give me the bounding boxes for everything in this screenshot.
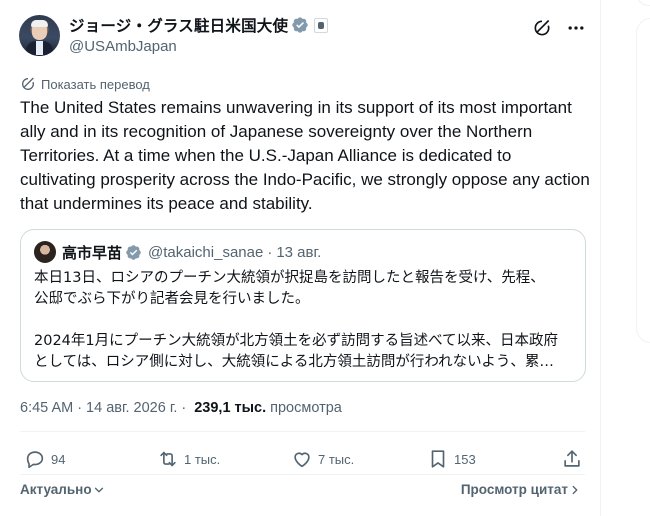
sort-dropdown[interactable]: Актуально xyxy=(20,482,106,497)
views-label: просмотра xyxy=(270,400,342,416)
more-icon[interactable] xyxy=(566,18,586,38)
tweet-header: ジョージ・グラス駐日米国大使 @USAmbJapan xyxy=(19,14,586,58)
repost-count: 1 тыс. xyxy=(184,451,221,467)
quote-date[interactable]: 13 авг. xyxy=(276,244,321,261)
sidebar-card xyxy=(636,0,650,6)
tweet-date[interactable]: 14 авг. 2026 г. xyxy=(86,400,177,416)
quote-line: 2024年1月にプーチン大統領が北方領土を必ず訪問する旨述べて以来、日本政府 xyxy=(34,333,559,349)
quote-line: としては、ロシア側に対し、大統領による北方領土訪問が行われないよう、累… xyxy=(34,354,554,370)
translate-link[interactable]: Показать перевод xyxy=(20,76,150,92)
quote-header: 高市早苗 @takaichi_sanae · 13 авг. xyxy=(34,241,321,263)
bookmark-button[interactable]: 153 xyxy=(427,444,476,474)
reply-button[interactable]: 94 xyxy=(24,444,65,474)
header-actions xyxy=(532,18,586,38)
sidebar-edge xyxy=(636,0,650,516)
quote-handle[interactable]: @takaichi_sanae xyxy=(148,244,263,261)
repost-button[interactable]: 1 тыс. xyxy=(157,444,220,474)
like-button[interactable]: 7 тыс. xyxy=(291,444,354,474)
divider xyxy=(20,474,585,475)
author-display-name[interactable]: ジョージ・グラス駐日米国大使 xyxy=(69,14,288,36)
view-quotes-link[interactable]: Просмотр цитат xyxy=(461,482,582,497)
meta-separator: · xyxy=(181,400,187,416)
chevron-down-icon xyxy=(94,487,103,492)
quote-line: 本日13日、ロシアのプーチン大統領が択捉島を訪問したと報告を受け、先程、 xyxy=(34,270,545,286)
verified-badge-icon[interactable] xyxy=(291,16,309,34)
sort-label: Актуально xyxy=(20,482,92,497)
meta-separator: · xyxy=(77,400,83,416)
quote-avatar[interactable] xyxy=(34,241,56,263)
repost-icon xyxy=(160,451,176,467)
views-count[interactable]: 239,1 тыс. xyxy=(194,400,266,416)
share-button[interactable] xyxy=(561,444,583,474)
tweet-meta: 6:45 AM · 14 авг. 2026 г. · 239,1 тыс. п… xyxy=(20,400,342,416)
author-avatar[interactable] xyxy=(19,15,60,56)
chevron-right-icon xyxy=(572,485,578,494)
share-icon xyxy=(564,450,580,467)
quote-line: 公邸でぶら下がり記者会見を行いました。 xyxy=(34,291,310,307)
quote-text: 本日13日、ロシアのプーチン大統領が択捉島を訪問したと報告を受け、先程、 公邸で… xyxy=(34,268,576,373)
like-icon xyxy=(294,452,310,468)
bookmark-count: 153 xyxy=(454,451,476,467)
quote-display-name[interactable]: 高市早苗 xyxy=(62,242,122,263)
divider xyxy=(20,431,585,432)
action-bar: 94 1 тыс. 7 тыс. 153 xyxy=(20,444,586,474)
bookmark-icon xyxy=(431,450,445,468)
quote-verified-badge-icon[interactable] xyxy=(125,244,142,261)
like-count: 7 тыс. xyxy=(318,451,355,467)
reply-count: 94 xyxy=(51,451,66,467)
tweet-text: The United States remains unwavering in … xyxy=(20,98,590,213)
author-names: ジョージ・グラス駐日米国大使 @USAmbJapan xyxy=(69,14,329,55)
sidebar-card xyxy=(636,18,650,343)
author-handle[interactable]: @USAmbJapan xyxy=(69,38,328,55)
quoted-tweet[interactable]: 高市早苗 @takaichi_sanae · 13 авг. 本日13日、ロシア… xyxy=(20,229,586,382)
translate-label[interactable]: Показать перевод xyxy=(41,77,150,92)
reply-icon xyxy=(26,451,44,469)
view-quotes-label: Просмотр цитат xyxy=(460,482,568,497)
tweet-detail: ジョージ・グラス駐日米国大使 @USAmbJapan Показать пере… xyxy=(0,0,601,516)
replies-footer: Актуально Просмотр цитат xyxy=(20,482,586,502)
tweet-time[interactable]: 6:45 AM xyxy=(20,400,73,416)
translate-icon xyxy=(22,77,34,90)
quote-separator: · xyxy=(267,243,273,261)
affiliate-badge-icon[interactable] xyxy=(314,17,329,33)
grok-icon[interactable] xyxy=(532,18,552,38)
